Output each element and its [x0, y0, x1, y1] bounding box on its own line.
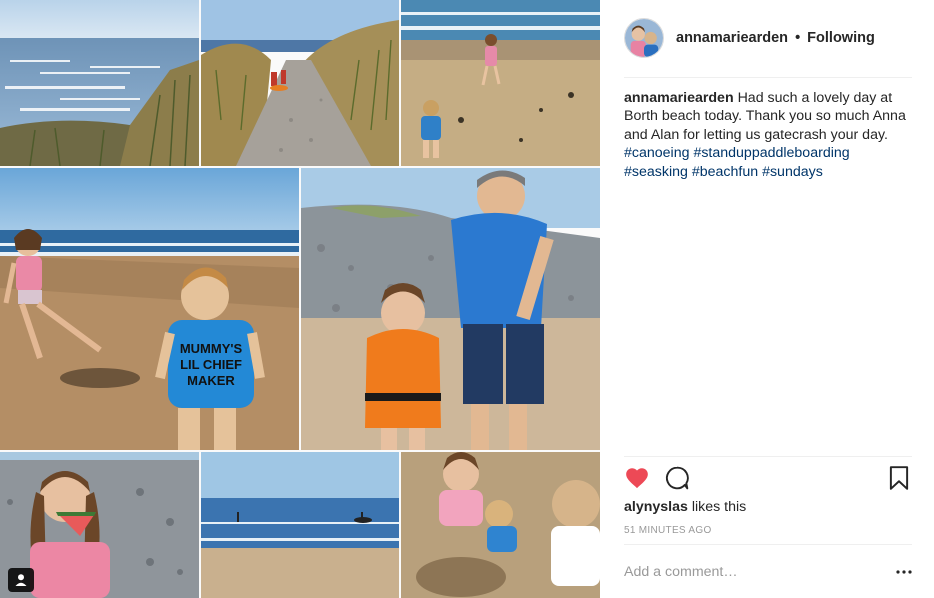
user-tag-button[interactable]: [8, 568, 34, 592]
photo-kids-shoreline: MUMMY'S LIL CHIEF MAKER: [0, 168, 299, 450]
caption-username[interactable]: annamariearden: [624, 90, 734, 106]
shirt-print-line-1: MUMMY'S: [180, 341, 243, 356]
actions-divider: [624, 456, 912, 457]
following-button[interactable]: Following: [807, 30, 875, 46]
hashtag-link[interactable]: #sundays: [762, 164, 823, 180]
photo-sand-digging: [401, 452, 600, 598]
shirt-print-line-2: LIL CHIEF: [180, 357, 242, 372]
photo-lifejacket: [301, 168, 600, 450]
liker-username[interactable]: alynyslas: [624, 499, 688, 515]
hashtag-link[interactable]: #canoeing: [624, 145, 689, 161]
photo-dune-path: [201, 0, 399, 166]
bookmark-icon: [889, 466, 909, 490]
save-button[interactable]: [886, 465, 912, 491]
hashtag-link[interactable]: #standuppaddleboarding: [693, 145, 849, 161]
post-image-collage[interactable]: MUMMY'S LIL CHIEF MAKER: [0, 0, 600, 598]
like-button[interactable]: [624, 465, 650, 491]
comment-button[interactable]: [664, 465, 690, 491]
post-actions: [624, 465, 912, 493]
post-caption: annamariearden Had such a lovely day at …: [624, 89, 916, 181]
comment-input[interactable]: [624, 564, 888, 580]
more-options-button[interactable]: [888, 560, 912, 584]
heart-icon: [626, 468, 648, 489]
comment-form: [624, 556, 912, 588]
avatar[interactable]: [624, 18, 664, 58]
hashtag-link[interactable]: #beachfun: [692, 164, 758, 180]
likes-line: alynyslas likes this: [624, 499, 746, 515]
user-tag-icon: [15, 574, 27, 586]
post-timestamp[interactable]: 51 MINUTES AGO: [624, 525, 712, 536]
likes-suffix: likes this: [691, 499, 747, 515]
post-header: annamariearden • Following: [624, 16, 912, 60]
hashtag-link[interactable]: #seasking: [624, 164, 688, 180]
photo-beach-running: [401, 0, 600, 166]
more-options-icon: [896, 570, 912, 574]
comment-divider: [624, 544, 912, 545]
photo-sea-paddlers: [201, 452, 399, 598]
post-details-panel: annamariearden • Following annamariearde…: [600, 0, 934, 598]
separator-dot: •: [795, 30, 801, 46]
header-divider: [624, 77, 912, 78]
shirt-print-line-3: MAKER: [187, 373, 235, 388]
photo-sea-dunes: [0, 0, 199, 166]
comment-icon: [665, 466, 689, 490]
post-username[interactable]: annamariearden: [676, 30, 788, 46]
post-header-text: annamariearden • Following: [676, 30, 875, 46]
